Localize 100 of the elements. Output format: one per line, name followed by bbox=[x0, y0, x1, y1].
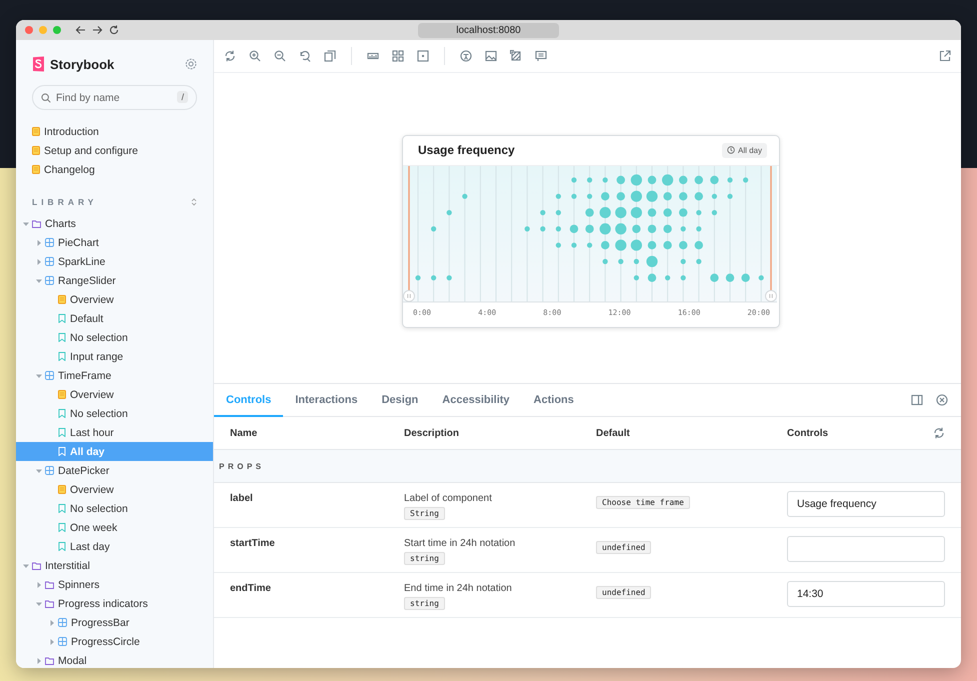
tree-item[interactable]: TimeFrame bbox=[16, 366, 213, 385]
tree-item[interactable]: Modal bbox=[16, 651, 213, 668]
tree-item[interactable]: No selection bbox=[16, 499, 213, 518]
accessibility-icon[interactable] bbox=[460, 50, 472, 62]
caret-icon[interactable] bbox=[23, 562, 29, 568]
section-title: LIBRARY bbox=[32, 197, 98, 207]
tree-item[interactable]: Overview bbox=[16, 385, 213, 404]
tree-item[interactable]: Last hour bbox=[16, 423, 213, 442]
folder-icon bbox=[32, 220, 41, 228]
tree-item[interactable]: Charts bbox=[16, 214, 213, 233]
prop-description: Label of component bbox=[404, 493, 492, 504]
caret-icon[interactable] bbox=[36, 372, 42, 378]
tree-item[interactable]: One week bbox=[16, 518, 213, 537]
tree-item[interactable]: RangeSlider bbox=[16, 271, 213, 290]
tree-item[interactable]: ProgressCircle bbox=[16, 632, 213, 651]
settings-icon[interactable] bbox=[185, 58, 197, 70]
document-icon bbox=[58, 295, 66, 304]
tree-item[interactable]: Interstitial bbox=[16, 556, 213, 575]
forward-arrow-icon[interactable] bbox=[92, 25, 103, 35]
refresh-icon[interactable] bbox=[224, 50, 236, 62]
reset-zoom-icon[interactable] bbox=[299, 50, 311, 62]
tree-item[interactable]: PieChart bbox=[16, 233, 213, 252]
caret-icon[interactable] bbox=[23, 220, 29, 226]
image-icon[interactable] bbox=[485, 50, 497, 62]
panel-tab[interactable]: Accessibility bbox=[430, 384, 522, 417]
prop-name: label bbox=[230, 493, 254, 504]
sidebar-layout-icon[interactable] bbox=[911, 394, 923, 406]
bookmark-icon bbox=[58, 314, 66, 323]
caret-icon[interactable] bbox=[36, 240, 42, 246]
close-icon[interactable] bbox=[936, 394, 948, 406]
document-icon bbox=[58, 485, 66, 494]
column-header: Controls bbox=[787, 428, 828, 438]
component-icon bbox=[45, 371, 54, 380]
comment-icon[interactable] bbox=[535, 50, 547, 62]
tree-item[interactable]: ProgressBar bbox=[16, 613, 213, 632]
ruler-icon[interactable] bbox=[367, 50, 379, 62]
zoom-in-icon[interactable] bbox=[249, 50, 261, 62]
panel-tab[interactable]: Design bbox=[370, 384, 430, 417]
docs-item[interactable]: Setup and configure bbox=[16, 141, 213, 160]
brand-name: Storybook bbox=[50, 56, 114, 72]
control-input[interactable]: 14:30 bbox=[787, 581, 945, 607]
folder-icon bbox=[45, 656, 54, 664]
copy-frame-icon[interactable] bbox=[324, 50, 336, 62]
type-tag: String bbox=[404, 507, 445, 520]
reset-icon[interactable] bbox=[933, 427, 945, 439]
shortcut-key: / bbox=[177, 91, 188, 103]
tree-item[interactable]: Last day bbox=[16, 537, 213, 556]
bookmark-icon bbox=[58, 428, 66, 437]
time-frame-badge[interactable]: All day bbox=[722, 142, 767, 158]
external-link-icon[interactable] bbox=[939, 50, 951, 62]
tree-item[interactable]: SparkLine bbox=[16, 252, 213, 271]
tree-item[interactable]: Overview bbox=[16, 480, 213, 499]
caret-icon[interactable] bbox=[36, 600, 42, 606]
zoom-out-icon[interactable] bbox=[274, 50, 286, 62]
tree-item[interactable]: Input range bbox=[16, 347, 213, 366]
type-tag: string bbox=[404, 552, 445, 565]
clock-icon bbox=[726, 146, 735, 154]
range-handle[interactable] bbox=[765, 166, 777, 302]
frame-icon[interactable] bbox=[417, 50, 429, 62]
control-input[interactable] bbox=[787, 536, 945, 562]
document-icon bbox=[58, 390, 66, 399]
hatched-square-icon[interactable] bbox=[510, 50, 522, 62]
tree-item[interactable]: Default bbox=[16, 309, 213, 328]
caret-icon[interactable] bbox=[36, 468, 42, 474]
back-arrow-icon[interactable] bbox=[75, 25, 86, 35]
grid-icon[interactable] bbox=[392, 50, 404, 62]
caret-icon[interactable] bbox=[49, 638, 55, 644]
range-handle[interactable] bbox=[403, 166, 415, 302]
component-icon bbox=[58, 637, 67, 646]
prop-description: Start time in 24h notation bbox=[404, 538, 516, 549]
document-icon bbox=[32, 146, 40, 155]
control-input[interactable]: Usage frequency bbox=[787, 491, 945, 517]
reload-icon[interactable] bbox=[109, 25, 119, 35]
expand-collapse-icon[interactable] bbox=[191, 198, 197, 206]
bookmark-icon bbox=[58, 352, 66, 361]
caret-icon[interactable] bbox=[49, 620, 55, 626]
caret-icon[interactable] bbox=[36, 278, 42, 284]
caret-icon[interactable] bbox=[36, 582, 42, 588]
panel-tab[interactable]: Actions bbox=[522, 384, 586, 417]
tree-item[interactable]: Spinners bbox=[16, 575, 213, 594]
prop-description: End time in 24h notation bbox=[404, 583, 512, 594]
caret-icon[interactable] bbox=[36, 258, 42, 264]
tree-item[interactable]: Progress indicators bbox=[16, 594, 213, 613]
column-header: Default bbox=[596, 428, 631, 438]
folder-icon bbox=[45, 580, 54, 588]
maximize-icon[interactable] bbox=[53, 26, 61, 34]
tree-item[interactable]: No selection bbox=[16, 328, 213, 347]
component-icon bbox=[45, 257, 54, 266]
caret-icon[interactable] bbox=[36, 658, 42, 664]
search-icon bbox=[41, 92, 51, 102]
component-icon bbox=[58, 618, 67, 627]
docs-item[interactable]: Changelog bbox=[16, 160, 213, 179]
panel-tab[interactable]: Interactions bbox=[283, 384, 370, 417]
tree-item[interactable]: Overview bbox=[16, 290, 213, 309]
docs-item[interactable]: Introduction bbox=[16, 122, 213, 141]
tree-item[interactable]: DatePicker bbox=[16, 461, 213, 480]
chart-title: Usage frequency bbox=[418, 143, 515, 157]
address-bar[interactable]: localhost:8080 bbox=[418, 22, 559, 38]
close-icon[interactable] bbox=[25, 26, 33, 34]
tree-item[interactable]: No selection bbox=[16, 404, 213, 423]
